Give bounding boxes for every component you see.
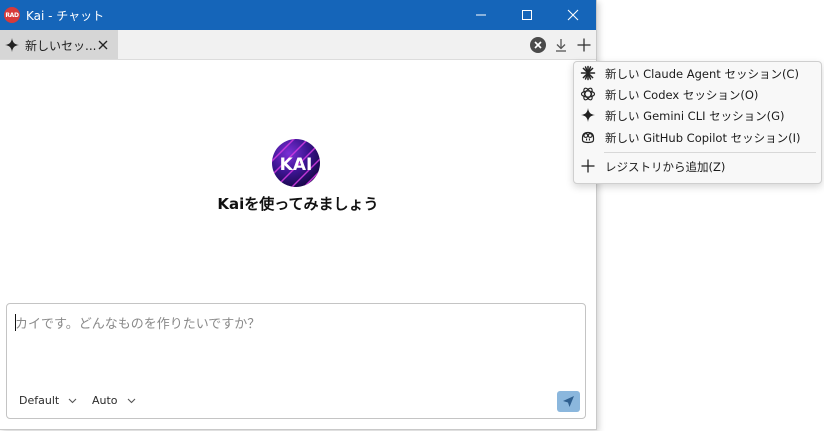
- menu-item-label: 新しい GitHub Copilot セッション(I): [605, 131, 801, 145]
- clear-circle-icon[interactable]: [529, 36, 547, 54]
- mode-select-value: Auto: [92, 394, 118, 407]
- kai-logo-text: KAI: [280, 155, 313, 175]
- welcome-headline: Kaiを使ってみましょう: [217, 195, 379, 213]
- model-select-value: Default: [19, 394, 60, 407]
- chat-window: RAD Kai - チャット 新しいセッ... KAI Kaiを使ってみましょう…: [0, 0, 597, 430]
- tab-close-icon[interactable]: [96, 38, 110, 52]
- plus-icon[interactable]: [575, 36, 593, 54]
- tab-bar: 新しいセッ...: [0, 30, 596, 60]
- claude-icon: [580, 65, 596, 81]
- tab-label: 新しいセッ...: [25, 39, 97, 53]
- menu-item-codex[interactable]: 新しい Codex セッション(O): [574, 83, 821, 105]
- window-title: Kai - チャット: [26, 9, 105, 23]
- tab-new-session[interactable]: 新しいセッ...: [0, 30, 118, 59]
- plus-icon: [581, 159, 595, 173]
- menu-item-label: 新しい Codex セッション(O): [605, 88, 759, 102]
- model-select[interactable]: Default: [19, 394, 77, 407]
- menu-separator: [604, 152, 816, 153]
- copilot-icon: [581, 131, 595, 144]
- menu-item-label: 新しい Claude Agent セッション(C): [605, 67, 799, 81]
- openai-icon: [580, 87, 596, 101]
- close-window-button[interactable]: [550, 0, 596, 30]
- close-icon: [567, 9, 579, 21]
- maximize-button[interactable]: [504, 0, 550, 30]
- minimize-icon: [476, 14, 486, 16]
- prompt-input[interactable]: [7, 304, 583, 382]
- text-caret: [15, 314, 16, 331]
- menu-item-add-from-registry[interactable]: レジストリから追加(Z): [574, 155, 821, 177]
- title-bar[interactable]: RAD Kai - チャット: [0, 0, 596, 30]
- composer: Default Auto: [6, 303, 586, 419]
- mode-select[interactable]: Auto: [92, 394, 136, 407]
- menu-item-copilot[interactable]: 新しい GitHub Copilot セッション(I): [574, 126, 821, 148]
- app-logo-text: RAD: [5, 11, 19, 19]
- app-logo: RAD: [4, 7, 20, 23]
- menu-item-gemini[interactable]: 新しい Gemini CLI セッション(G): [574, 104, 821, 126]
- download-icon[interactable]: [552, 36, 570, 54]
- menu-item-label: 新しい Gemini CLI セッション(G): [605, 109, 785, 123]
- menu-item-label: レジストリから追加(Z): [605, 160, 726, 174]
- send-icon: [563, 396, 574, 407]
- maximize-icon: [522, 10, 532, 20]
- kai-logo: KAI: [272, 139, 320, 187]
- chevron-down-icon: [68, 398, 77, 403]
- minimize-button[interactable]: [458, 0, 504, 30]
- menu-item-claude[interactable]: 新しい Claude Agent セッション(C): [574, 62, 821, 84]
- sparkle-icon: [5, 38, 19, 52]
- chevron-down-icon: [127, 398, 135, 403]
- send-button[interactable]: [557, 391, 580, 412]
- new-session-menu: 新しい Claude Agent セッション(C) 新しい Codex セッショ…: [573, 61, 822, 184]
- gemini-icon: [581, 108, 595, 122]
